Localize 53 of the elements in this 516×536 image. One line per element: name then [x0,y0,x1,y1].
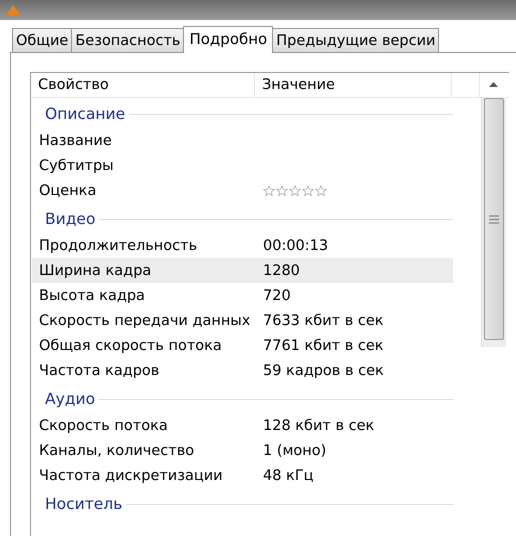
property-name: Скорость потока [38,418,169,434]
scrollbar-thumb[interactable] [484,98,504,340]
grip-icon [488,214,500,224]
property-name: Высота кадра [38,288,146,304]
star-icon[interactable] [302,184,314,196]
property-row[interactable]: Ширина кадра 1280 [32,258,453,283]
property-row[interactable]: Высота кадра 720 [32,283,453,308]
property-name: Субтитры [38,158,115,174]
property-row[interactable]: Общая скорость потока 7761 кбит в сек [32,333,453,358]
property-name: Название [38,132,113,148]
star-icon[interactable] [263,184,275,196]
property-row[interactable]: Субтитры [32,153,453,178]
property-value: 1280 [262,262,300,278]
group-title[interactable]: Описание [32,105,130,123]
property-name: Частота дискретизации [38,468,224,484]
tab[interactable]: Подробно [183,26,274,53]
star-icon[interactable] [289,184,301,196]
property-name: Оценка [38,182,98,198]
star-icon[interactable] [276,184,288,196]
property-row[interactable]: Частота кадров 59 кадров в сек [32,358,453,383]
property-row[interactable]: Продолжительность 00:00:13 [32,233,453,258]
tab[interactable]: Общие [12,28,72,52]
property-row[interactable]: Скорость потока 128 кбит в сек [32,413,453,438]
property-row[interactable]: Каналы, количество 1 (моно) [32,438,453,463]
star-icon[interactable] [315,184,327,196]
property-name: Каналы, количество [38,442,196,458]
property-row[interactable]: Название [32,128,453,153]
scroll-up-icon[interactable] [489,82,498,87]
property-value: 720 [262,288,291,304]
group-title[interactable]: Аудио [32,390,100,408]
column-header[interactable]: Свойство [31,73,255,97]
app-icon [6,5,20,15]
property-value: 59 кадров в сек [262,362,384,378]
group-title[interactable]: Видео [32,210,100,228]
property-row[interactable]: Частота дискретизации 48 кГц [32,463,453,488]
property-name: Ширина кадра [38,262,152,278]
property-row[interactable]: Скорость передачи данных 7633 кбит в сек [32,308,453,333]
tab[interactable]: Безопасность [71,28,184,52]
property-value: 7761 кбит в сек [262,338,384,354]
property-value: 1 (моно) [262,442,326,458]
property-name: Общая скорость потока [38,338,223,354]
property-name: Продолжительность [38,238,198,254]
property-value: 128 кбит в сек [262,418,374,434]
scrollbar[interactable] [481,97,506,347]
column-header[interactable]: Значение [255,73,452,97]
tab[interactable]: Предыдущие версии [272,28,440,52]
property-name: Частота кадров [38,362,160,378]
property-row[interactable]: Оценка [32,178,453,203]
property-value: 00:00:13 [262,238,328,254]
group-title[interactable]: Носитель [32,495,126,513]
property-value: 7633 кбит в сек [262,312,384,328]
property-name: Скорость передачи данных [38,312,252,328]
property-value: 48 кГц [262,468,314,484]
